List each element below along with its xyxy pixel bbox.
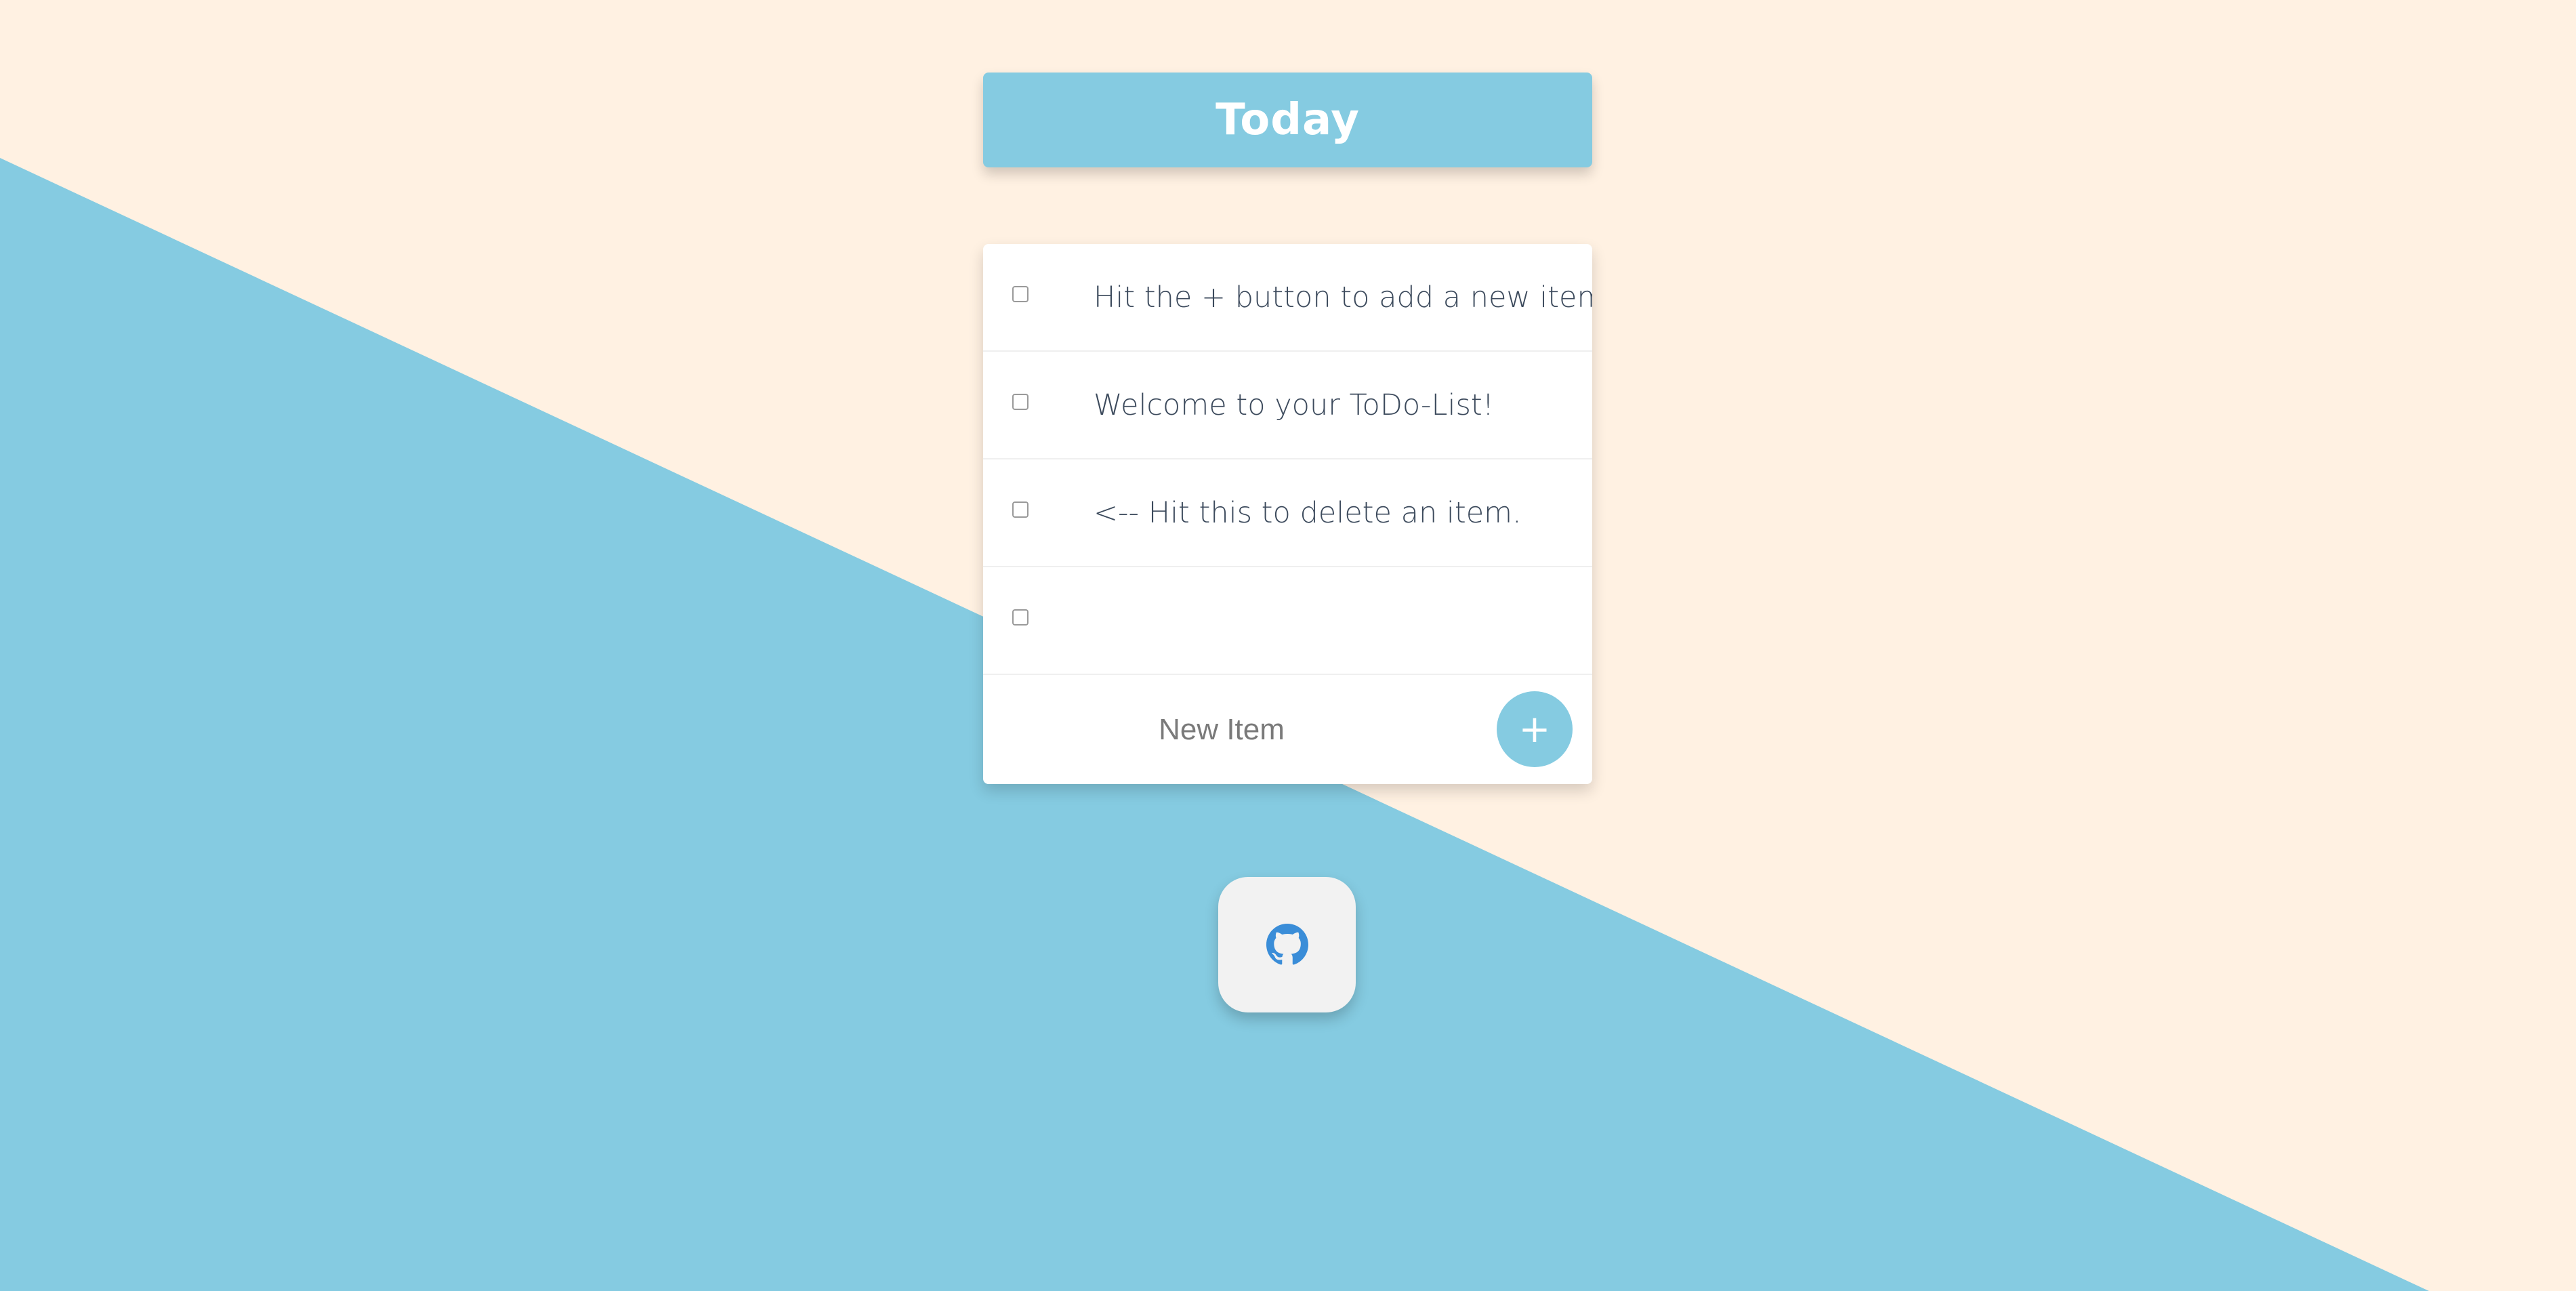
github-link-button[interactable] [1218,877,1356,1012]
todo-item: Hit the + button to add a new item. [983,244,1592,352]
add-item-button[interactable]: + [1497,691,1573,767]
todo-item-text: Hit the + button to add a new item. [1094,280,1592,314]
todo-item: <-- Hit this to delete an item. [983,459,1592,567]
todo-item: Welcome to your ToDo-List! [983,352,1592,459]
header-banner: Today [983,73,1592,167]
delete-checkbox[interactable] [1012,394,1029,410]
todo-item [983,567,1592,675]
new-item-input[interactable] [997,695,1447,764]
todo-card: Hit the + button to add a new item. Welc… [983,244,1592,784]
todo-item-text: <-- Hit this to delete an item. [1094,495,1522,530]
page-title: Today [1216,95,1360,145]
delete-checkbox[interactable] [1012,286,1029,302]
delete-checkbox[interactable] [1012,501,1029,518]
delete-checkbox[interactable] [1012,609,1029,626]
github-icon [1266,924,1308,965]
todo-item-text: Welcome to your ToDo-List! [1094,388,1494,422]
new-item-row: + [983,675,1592,784]
